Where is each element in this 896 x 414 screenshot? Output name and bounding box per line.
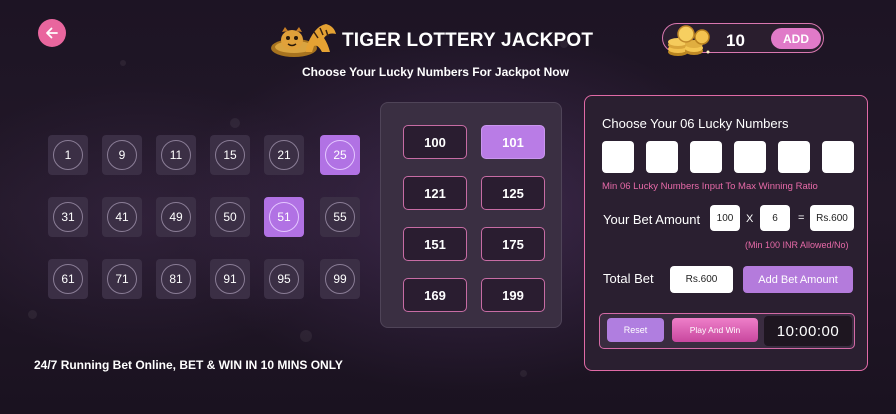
- number-cell-label: 61: [53, 264, 83, 294]
- footer-tagline: 24/7 Running Bet Online, BET & WIN IN 10…: [34, 358, 343, 372]
- number-cell-label: 9: [107, 140, 137, 170]
- number-cell[interactable]: 41: [102, 197, 142, 237]
- bet-multiplier-input[interactable]: 6: [760, 205, 790, 231]
- jackpot-number-button[interactable]: 101: [481, 125, 545, 159]
- number-cell[interactable]: 61: [48, 259, 88, 299]
- number-cell[interactable]: 55: [320, 197, 360, 237]
- play-and-win-button[interactable]: Play And Win: [672, 318, 758, 342]
- bet-result-value: Rs.600: [810, 205, 854, 231]
- multiply-symbol: X: [746, 213, 754, 225]
- number-cell[interactable]: 11: [156, 135, 196, 175]
- lucky-numbers-hint: Min 06 Lucky Numbers Input To Max Winnin…: [602, 181, 818, 192]
- tiger-logo-icon: [271, 24, 336, 57]
- number-cell-label: 51: [269, 202, 299, 232]
- number-cell[interactable]: 95: [264, 259, 304, 299]
- equals-symbol: =: [798, 212, 805, 224]
- page-subtitle: Choose Your Lucky Numbers For Jackpot No…: [302, 65, 569, 79]
- reset-button[interactable]: Reset: [607, 318, 664, 342]
- number-cell-label: 31: [53, 202, 83, 232]
- wallet-balance: 10: [726, 31, 745, 50]
- number-cell-label: 55: [325, 202, 355, 232]
- number-cell[interactable]: 15: [210, 135, 250, 175]
- number-cell-label: 50: [215, 202, 245, 232]
- lucky-number-input[interactable]: [690, 141, 722, 173]
- number-cell[interactable]: 91: [210, 259, 250, 299]
- number-cell[interactable]: 51: [264, 197, 304, 237]
- bokeh-dot: [300, 330, 312, 342]
- number-cell[interactable]: 21: [264, 135, 304, 175]
- number-cell-label: 81: [161, 264, 191, 294]
- bet-amount-label: Your Bet Amount: [603, 212, 701, 227]
- number-cell-label: 41: [107, 202, 137, 232]
- lucky-number-input[interactable]: [822, 141, 854, 173]
- lucky-number-input[interactable]: [602, 141, 634, 173]
- jackpot-number-button[interactable]: 169: [403, 278, 467, 312]
- jackpot-number-button[interactable]: 121: [403, 176, 467, 210]
- number-cell-label: 95: [269, 264, 299, 294]
- bokeh-dot: [520, 370, 527, 377]
- bet-amount-input[interactable]: 100: [710, 205, 740, 231]
- number-cell-label: 25: [325, 140, 355, 170]
- lucky-number-input[interactable]: [646, 141, 678, 173]
- number-cell-label: 21: [269, 140, 299, 170]
- page-title: TIGER LOTTERY JACKPOT: [342, 30, 594, 51]
- coins-graphic: [666, 24, 714, 58]
- number-cell[interactable]: 71: [102, 259, 142, 299]
- bokeh-dot: [28, 310, 37, 319]
- back-button[interactable]: [38, 19, 66, 47]
- number-cell-label: 99: [325, 264, 355, 294]
- bokeh-dot: [230, 118, 240, 128]
- number-cell[interactable]: 9: [102, 135, 142, 175]
- add-bet-amount-button[interactable]: Add Bet Amount: [743, 266, 853, 293]
- number-cell-label: 49: [161, 202, 191, 232]
- tiger-logo: [268, 18, 340, 60]
- lucky-number-input[interactable]: [734, 141, 766, 173]
- number-cell[interactable]: 1: [48, 135, 88, 175]
- lucky-number-input[interactable]: [778, 141, 810, 173]
- gold-coins-icon: [668, 25, 710, 56]
- number-cell[interactable]: 25: [320, 135, 360, 175]
- jackpot-number-button[interactable]: 151: [403, 227, 467, 261]
- number-cell[interactable]: 49: [156, 197, 196, 237]
- total-bet-label: Total Bet: [603, 271, 654, 286]
- bet-amount-hint: (Min 100 INR Allowed/No): [745, 240, 849, 250]
- total-bet-value: Rs.600: [670, 266, 733, 293]
- jackpot-number-button[interactable]: 175: [481, 227, 545, 261]
- number-cell-label: 71: [107, 264, 137, 294]
- lucky-numbers-title: Choose Your 06 Lucky Numbers: [602, 116, 789, 131]
- bokeh-dot: [120, 60, 126, 66]
- jackpot-number-button[interactable]: 100: [403, 125, 467, 159]
- number-cell-label: 15: [215, 140, 245, 170]
- number-cell[interactable]: 31: [48, 197, 88, 237]
- number-cell-label: 1: [53, 140, 83, 170]
- number-cell[interactable]: 81: [156, 259, 196, 299]
- countdown-timer: 10:00:00: [764, 316, 852, 346]
- number-cell-label: 91: [215, 264, 245, 294]
- number-cell[interactable]: 50: [210, 197, 250, 237]
- add-funds-button[interactable]: ADD: [771, 28, 821, 49]
- jackpot-number-button[interactable]: 125: [481, 176, 545, 210]
- arrow-left-icon: [46, 27, 58, 39]
- number-cell-label: 11: [161, 140, 191, 170]
- number-cell[interactable]: 99: [320, 259, 360, 299]
- jackpot-number-button[interactable]: 199: [481, 278, 545, 312]
